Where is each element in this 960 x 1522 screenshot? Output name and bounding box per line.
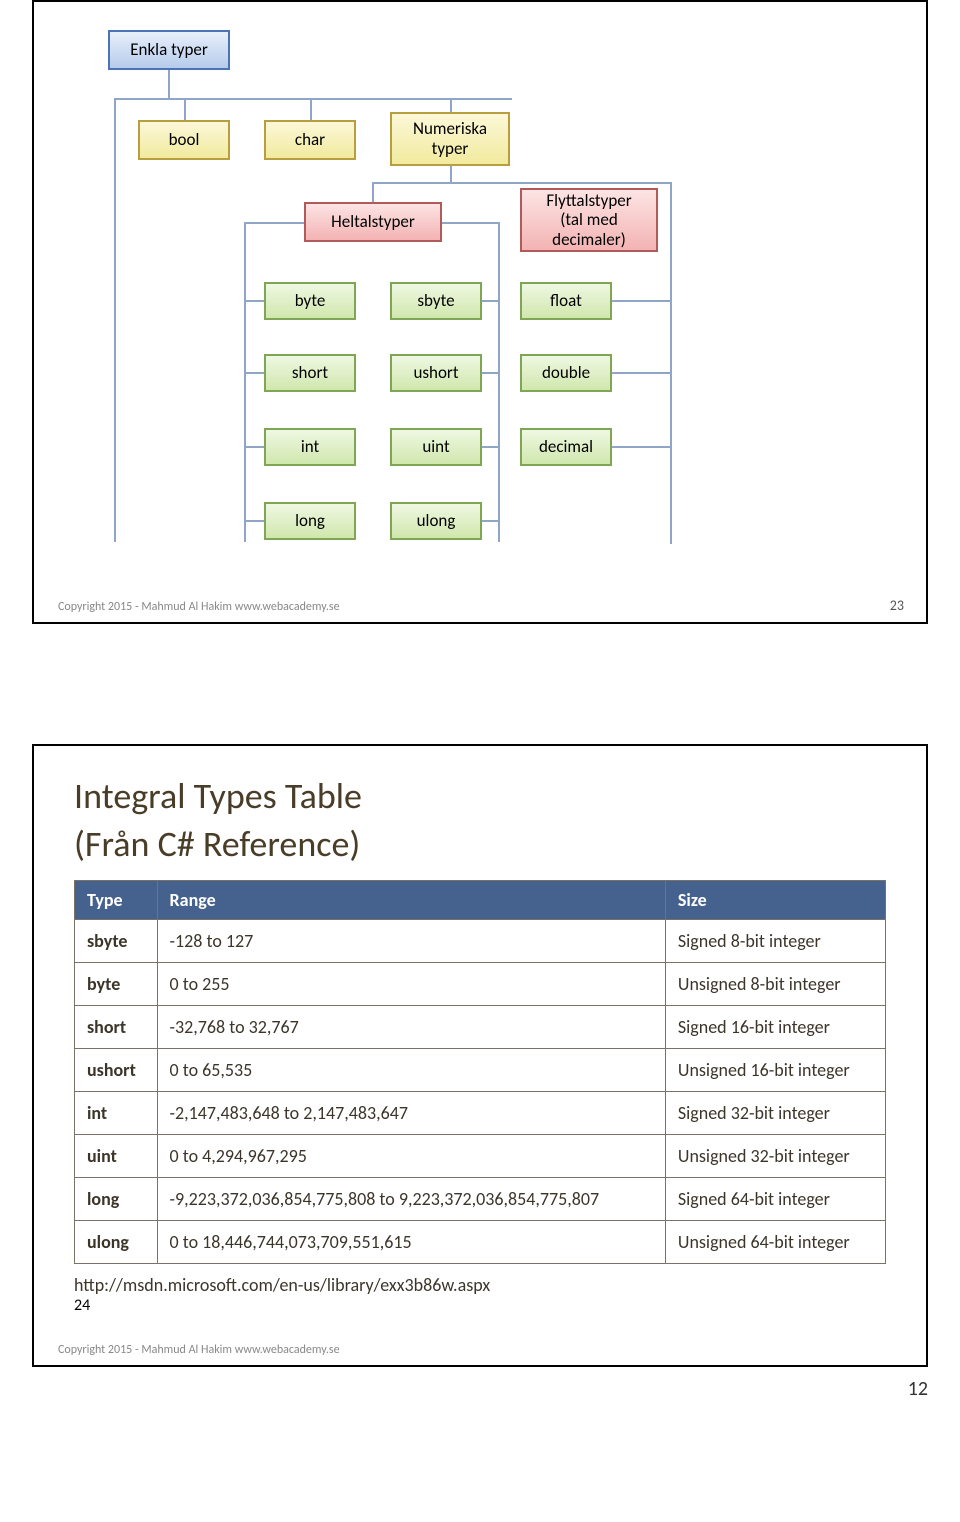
table-row: uint 0 to 4,294,967,295 Unsigned 32-bit … bbox=[75, 1135, 886, 1178]
node-float: float bbox=[520, 282, 612, 320]
col-header-type: Type bbox=[75, 881, 158, 920]
table-row: ulong 0 to 18,446,744,073,709,551,615 Un… bbox=[75, 1221, 886, 1264]
node-ulong: ulong bbox=[390, 502, 482, 540]
document-page-number: 12 bbox=[908, 1377, 928, 1401]
table-row: short -32,768 to 32,767 Signed 16-bit in… bbox=[75, 1006, 886, 1049]
node-long: long bbox=[264, 502, 356, 540]
table-subtitle: (Från C# Reference) bbox=[74, 822, 886, 866]
node-enkla-typer: Enkla typer bbox=[108, 30, 230, 70]
slide1-page-number: 23 bbox=[890, 597, 904, 614]
reference-url: http://msdn.microsoft.com/en-us/library/… bbox=[74, 1274, 886, 1296]
node-short: short bbox=[264, 354, 356, 392]
table-row: long -9,223,372,036,854,775,808 to 9,223… bbox=[75, 1178, 886, 1221]
slide2-page-number: 24 bbox=[74, 1296, 886, 1315]
col-header-range: Range bbox=[157, 881, 665, 920]
slide-integral-types: Integral Types Table (Från C# Reference)… bbox=[32, 744, 928, 1367]
col-header-size: Size bbox=[665, 881, 885, 920]
table-row: sbyte -128 to 127 Signed 8-bit integer bbox=[75, 920, 886, 963]
node-numeriska-typer: Numeriska typer bbox=[390, 112, 510, 166]
node-char: char bbox=[264, 120, 356, 160]
table-row: int -2,147,483,648 to 2,147,483,647 Sign… bbox=[75, 1092, 886, 1135]
node-ushort: ushort bbox=[390, 354, 482, 392]
type-hierarchy-diagram: Enkla typer bool char Numeriska typer He… bbox=[54, 22, 894, 572]
node-byte: byte bbox=[264, 282, 356, 320]
table-title: Integral Types Table bbox=[74, 774, 886, 818]
table-row: byte 0 to 255 Unsigned 8-bit integer bbox=[75, 963, 886, 1006]
slide2-copyright: Copyright 2015 - Mahmud Al Hakim www.web… bbox=[58, 1343, 340, 1357]
node-double: double bbox=[520, 354, 612, 392]
node-bool: bool bbox=[138, 120, 230, 160]
table-row: ushort 0 to 65,535 Unsigned 16-bit integ… bbox=[75, 1049, 886, 1092]
integral-types-table: Type Range Size sbyte -128 to 127 Signed… bbox=[74, 880, 886, 1264]
slide-enkla-typer: Enkla typer bool char Numeriska typer He… bbox=[32, 0, 928, 624]
node-int: int bbox=[264, 428, 356, 466]
node-uint: uint bbox=[390, 428, 482, 466]
node-flyttalstyper: Flyttalstyper (tal med decimaler) bbox=[520, 188, 658, 252]
node-heltalstyper: Heltalstyper bbox=[304, 202, 442, 242]
node-sbyte: sbyte bbox=[390, 282, 482, 320]
slide1-copyright: Copyright 2015 - Mahmud Al Hakim www.web… bbox=[58, 600, 340, 614]
node-decimal: decimal bbox=[520, 428, 612, 466]
